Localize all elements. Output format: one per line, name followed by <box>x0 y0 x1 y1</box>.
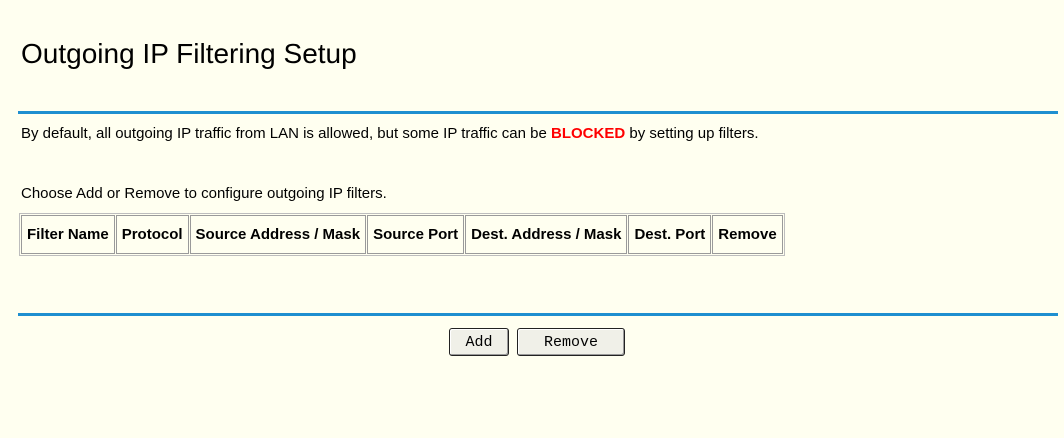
blocked-label: BLOCKED <box>551 125 626 142</box>
remove-button[interactable]: Remove <box>517 328 625 356</box>
button-bar: Add Remove <box>449 328 625 356</box>
top-divider <box>18 111 1058 114</box>
hint-text: Choose Add or Remove to configure outgoi… <box>21 185 387 202</box>
column-header-filter-name: Filter Name <box>21 215 115 254</box>
column-header-dest-address-mask: Dest. Address / Mask <box>465 215 628 254</box>
column-header-protocol: Protocol <box>115 215 189 254</box>
intro-text-start: By default, all outgoing IP traffic from… <box>21 125 552 142</box>
intro-text-end: by setting up filters. <box>625 125 759 142</box>
column-header-source-port: Source Port <box>367 215 465 254</box>
column-header-remove: Remove <box>712 215 783 254</box>
column-header-dest-port: Dest. Port <box>628 215 712 254</box>
column-header-source-address-mask: Source Address / Mask <box>189 215 367 254</box>
bottom-divider <box>18 313 1058 316</box>
filter-table: Filter Name Protocol Source Address / Ma… <box>19 213 785 256</box>
add-button[interactable]: Add <box>449 328 509 356</box>
page-title: Outgoing IP Filtering Setup <box>21 38 357 69</box>
table-header-row: Filter Name Protocol Source Address / Ma… <box>21 215 783 254</box>
intro-text: By default, all outgoing IP traffic from… <box>21 125 759 142</box>
